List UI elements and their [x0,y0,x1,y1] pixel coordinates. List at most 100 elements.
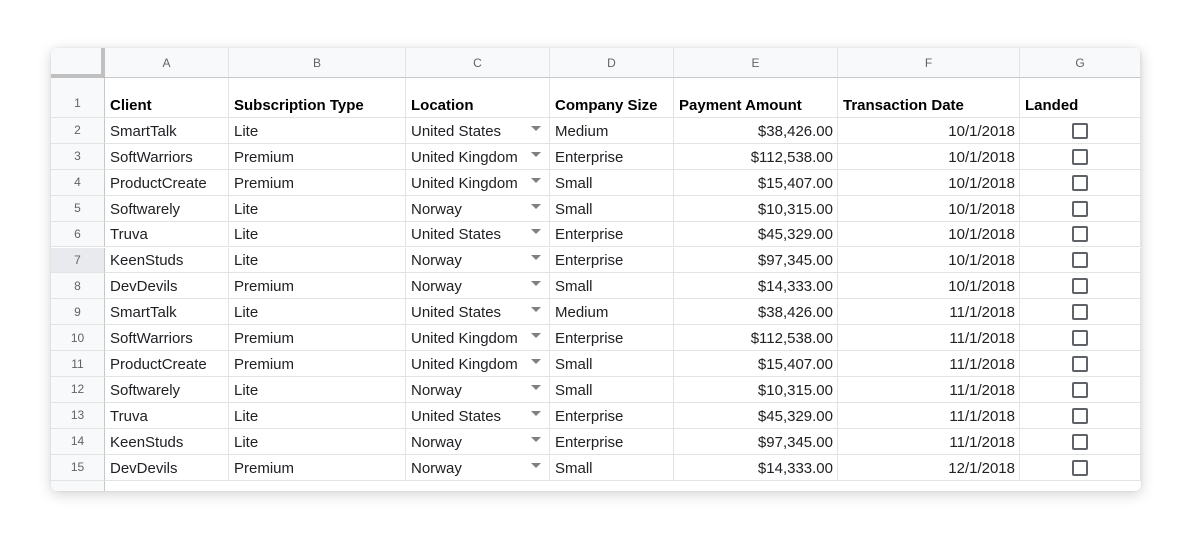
location-cell[interactable]: United States [406,118,550,144]
transaction-date-cell[interactable]: 11/1/2018 [838,402,1020,429]
chevron-down-icon[interactable] [531,255,541,261]
subscription-cell[interactable]: Lite [229,402,406,429]
transaction-date-cell[interactable]: 11/1/2018 [838,351,1020,377]
header-cell-location[interactable]: Location [406,78,550,118]
client-cell[interactable]: ProductCreate [105,351,229,377]
client-cell[interactable]: Truva [105,402,229,429]
company-size-cell[interactable]: Enterprise [550,143,674,170]
subscription-cell[interactable]: Lite [229,221,406,248]
subscription-cell[interactable]: Premium [229,169,406,196]
payment-amount-cell[interactable]: $38,426.00 [674,118,838,144]
client-cell[interactable]: SoftWarriors [105,325,229,352]
subscription-cell[interactable]: Premium [229,273,406,300]
company-size-cell[interactable]: Small [550,454,674,481]
client-cell[interactable]: KeenStuds [105,247,229,274]
subscription-cell[interactable]: Lite [229,299,406,326]
location-cell[interactable]: United Kingdom [406,351,550,377]
chevron-down-icon[interactable] [531,125,541,131]
row-header-6[interactable]: 6 [51,221,105,248]
column-header-a[interactable]: A [105,48,229,78]
transaction-date-cell[interactable]: 10/1/2018 [838,195,1020,222]
checkbox-icon[interactable] [1072,407,1088,424]
landed-cell[interactable] [1020,325,1141,352]
subscription-cell[interactable]: Premium [229,351,406,377]
subscription-cell[interactable]: Lite [229,118,406,144]
subscription-cell[interactable]: Premium [229,454,406,481]
row-header-5[interactable]: 5 [51,195,105,222]
transaction-date-cell[interactable]: 11/1/2018 [838,325,1020,352]
location-cell[interactable]: United States [406,221,550,248]
transaction-date-cell[interactable]: 10/1/2018 [838,143,1020,170]
chevron-down-icon[interactable] [531,436,541,442]
landed-cell[interactable] [1020,377,1141,403]
company-size-cell[interactable]: Small [550,273,674,300]
column-header-f[interactable]: F [838,48,1020,78]
landed-cell[interactable] [1020,195,1141,222]
column-header-c[interactable]: C [406,48,550,78]
header-cell-company-size[interactable]: Company Size [550,78,674,118]
subscription-cell[interactable]: Lite [229,428,406,455]
row-header-11[interactable]: 11 [51,351,105,377]
checkbox-icon[interactable] [1072,278,1088,295]
company-size-cell[interactable]: Medium [550,118,674,144]
checkbox-icon[interactable] [1072,122,1088,139]
checkbox-icon[interactable] [1072,381,1088,398]
company-size-cell[interactable]: Enterprise [550,221,674,248]
payment-amount-cell[interactable]: $15,407.00 [674,351,838,377]
transaction-date-cell[interactable]: 10/1/2018 [838,221,1020,248]
landed-cell[interactable] [1020,118,1141,144]
column-header-d[interactable]: D [550,48,674,78]
chevron-down-icon[interactable] [531,410,541,416]
transaction-date-cell[interactable]: 10/1/2018 [838,118,1020,144]
row-header-13[interactable]: 13 [51,402,105,429]
chevron-down-icon[interactable] [531,203,541,209]
column-header-b[interactable]: B [229,48,406,78]
company-size-cell[interactable]: Small [550,351,674,377]
client-cell[interactable]: Truva [105,221,229,248]
header-cell-subscription[interactable]: Subscription Type [229,78,406,118]
company-size-cell[interactable]: Enterprise [550,428,674,455]
checkbox-icon[interactable] [1072,304,1088,321]
row-header-2[interactable]: 2 [51,118,105,144]
chevron-down-icon[interactable] [531,462,541,468]
subscription-cell[interactable]: Lite [229,195,406,222]
location-cell[interactable]: United Kingdom [406,143,550,170]
client-cell[interactable]: Softwarely [105,377,229,403]
checkbox-icon[interactable] [1072,148,1088,165]
payment-amount-cell[interactable]: $14,333.00 [674,273,838,300]
header-cell-transaction-date[interactable]: Transaction Date [838,78,1020,118]
client-cell[interactable]: DevDevils [105,273,229,300]
landed-cell[interactable] [1020,402,1141,429]
row-header-14[interactable]: 14 [51,428,105,455]
company-size-cell[interactable]: Small [550,377,674,403]
checkbox-icon[interactable] [1072,226,1088,243]
client-cell[interactable]: ProductCreate [105,169,229,196]
location-cell[interactable]: Norway [406,247,550,274]
payment-amount-cell[interactable]: $97,345.00 [674,428,838,455]
payment-amount-cell[interactable]: $45,329.00 [674,402,838,429]
row-header-1[interactable]: 1 [51,78,105,118]
location-cell[interactable]: United Kingdom [406,325,550,352]
chevron-down-icon[interactable] [531,177,541,183]
company-size-cell[interactable]: Enterprise [550,325,674,352]
checkbox-icon[interactable] [1072,433,1088,450]
client-cell[interactable]: KeenStuds [105,428,229,455]
client-cell[interactable]: Softwarely [105,195,229,222]
header-cell-client[interactable]: Client [105,78,229,118]
subscription-cell[interactable]: Premium [229,325,406,352]
row-header-7[interactable]: 7 [51,247,105,274]
checkbox-icon[interactable] [1072,459,1088,476]
column-header-g[interactable]: G [1020,48,1141,78]
row-header-8[interactable]: 8 [51,273,105,300]
landed-cell[interactable] [1020,299,1141,326]
payment-amount-cell[interactable]: $112,538.00 [674,325,838,352]
chevron-down-icon[interactable] [531,229,541,235]
row-header-3[interactable]: 3 [51,143,105,170]
company-size-cell[interactable]: Small [550,195,674,222]
company-size-cell[interactable]: Enterprise [550,402,674,429]
company-size-cell[interactable]: Enterprise [550,247,674,274]
payment-amount-cell[interactable]: $38,426.00 [674,299,838,326]
chevron-down-icon[interactable] [531,384,541,390]
location-cell[interactable]: United States [406,402,550,429]
company-size-cell[interactable]: Medium [550,299,674,326]
